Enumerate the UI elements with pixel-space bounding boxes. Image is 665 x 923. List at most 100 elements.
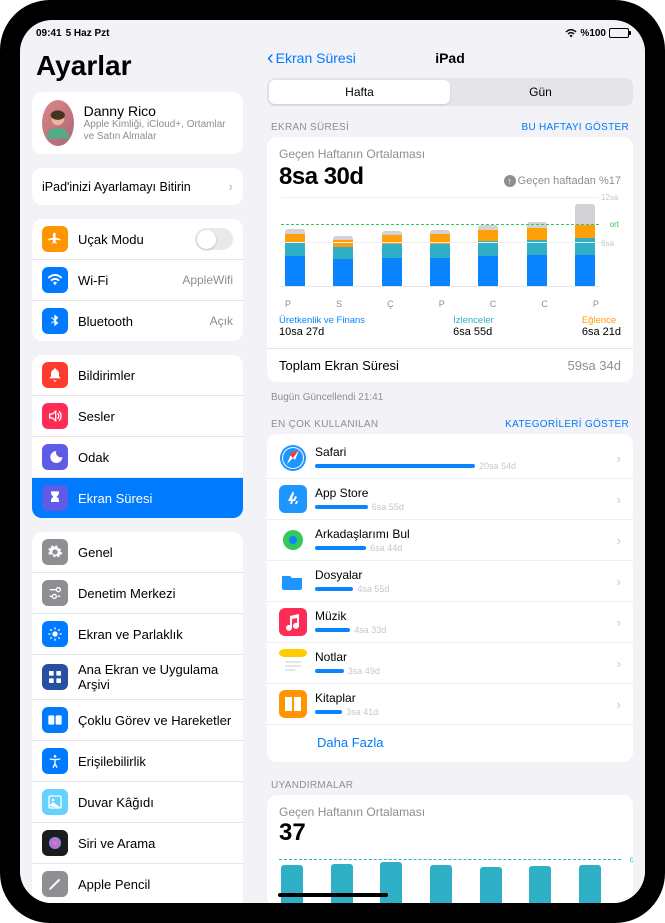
pickup-bar-4[interactable]: [480, 867, 502, 903]
pickups-avg-label: Geçen Haftanın Ortalaması: [279, 805, 621, 819]
chevron-right-icon: ›: [617, 451, 621, 466]
moon-icon: [42, 444, 68, 470]
screentime-panel: Geçen Haftanın Ortalaması 8sa 30d ↑ Geçe…: [267, 137, 633, 382]
cat-creat-value: 6sa 55d: [453, 326, 494, 338]
back-label: Ekran Süresi: [276, 50, 356, 66]
pickup-bar-3[interactable]: [430, 865, 452, 903]
app-time: 4sa 33d: [354, 625, 386, 635]
bar-day-2[interactable]: [382, 231, 402, 286]
speaker-icon: [42, 403, 68, 429]
gear-icon: [42, 539, 68, 565]
sidebar-title: Ayarlar: [32, 42, 243, 92]
segment-week[interactable]: Hafta: [269, 80, 450, 104]
battery-pct: %100: [580, 28, 606, 39]
segment-day[interactable]: Gün: [450, 80, 631, 104]
app-row-notlar[interactable]: Notlar3sa 49d›: [267, 642, 633, 683]
sidebar-item-duvar-k-d-[interactable]: Duvar Kâğıdı: [32, 781, 243, 822]
status-date: 5 Haz Pzt: [66, 28, 110, 39]
cat-prod-value: 10sa 27d: [279, 326, 365, 338]
sidebar-item-genel[interactable]: Genel: [32, 532, 243, 572]
usage-bar: [315, 464, 475, 468]
total-value: 59sa 34d: [568, 358, 622, 373]
bar-day-3[interactable]: [430, 230, 450, 286]
sidebar-item--oklu-g-rev-ve-hareketler[interactable]: Çoklu Görev ve Hareketler: [32, 699, 243, 740]
cat-prod-label: Üretkenlik ve Finans: [279, 315, 365, 326]
sidebar-item-u-ak-modu[interactable]: Uçak Modu: [32, 219, 243, 259]
bar-day-4[interactable]: [478, 225, 498, 287]
accessibility-icon: [42, 748, 68, 774]
cell-label: Odak: [78, 450, 233, 465]
battery-icon: [609, 28, 629, 38]
brightness-icon: [42, 621, 68, 647]
period-segmented[interactable]: Hafta Gün: [267, 78, 633, 106]
bar-day-1[interactable]: [333, 236, 353, 286]
findmy-icon: [279, 526, 307, 554]
sidebar-item-ana-ekran-ve-uygulama-ar-ivi[interactable]: Ana Ekran ve Uygulama Arşivi: [32, 654, 243, 699]
bar-day-0[interactable]: [285, 229, 305, 286]
pickup-bar-1[interactable]: [331, 864, 353, 903]
home-indicator[interactable]: [278, 893, 388, 897]
sidebar-item-bildirimler[interactable]: Bildirimler: [32, 355, 243, 395]
app-row-m-zik[interactable]: Müzik4sa 33d›: [267, 601, 633, 642]
bar-day-5[interactable]: [527, 222, 547, 287]
show-this-week-link[interactable]: BU HAFTAYI GÖSTER: [521, 122, 629, 133]
cell-label: Sesler: [78, 409, 233, 424]
cell-label: Ekran ve Parlaklık: [78, 627, 233, 642]
sidebar-item-eri-ilebilirlik[interactable]: Erişilebilirlik: [32, 740, 243, 781]
app-name: Müzik: [315, 609, 609, 623]
app-row-safari[interactable]: Safari20sa 54d›: [267, 434, 633, 478]
app-row-dosyalar[interactable]: Dosyalar4sa 55d›: [267, 560, 633, 601]
profile-name: Danny Rico: [84, 103, 233, 119]
status-bar: 09:41 5 Haz Pzt %100: [20, 20, 645, 42]
more-link[interactable]: Daha Fazla: [267, 724, 633, 762]
y-mid: 6sa: [599, 239, 621, 248]
cell-label: Denetim Merkezi: [78, 586, 233, 601]
avg-line-label: ort: [610, 220, 619, 229]
pickups-panel: Geçen Haftanın Ortalaması 37 ort: [267, 795, 633, 903]
day-label: Ç: [387, 299, 394, 309]
mostused-panel: Safari20sa 54d›App Store6sa 55d›Arkadaşl…: [267, 434, 633, 762]
average-line: ort: [281, 224, 599, 225]
sidebar-item-wi-fi[interactable]: Wi-FiAppleWifi: [32, 259, 243, 300]
safari-icon: [279, 444, 307, 472]
toggle[interactable]: [195, 228, 233, 250]
sidebar-item-ekran-s-resi[interactable]: Ekran Süresi: [32, 477, 243, 518]
back-button[interactable]: ‹ Ekran Süresi: [267, 50, 356, 66]
cell-label: Siri ve Arama: [78, 836, 233, 851]
chevron-right-icon: ›: [617, 697, 621, 712]
cell-label: Ana Ekran ve Uygulama Arşivi: [78, 662, 233, 692]
sidebar-item-denetim-merkezi[interactable]: Denetim Merkezi: [32, 572, 243, 613]
app-row-arkada-lar-m-bul[interactable]: Arkadaşlarımı Bul6sa 44d›: [267, 519, 633, 560]
pickup-bar-6[interactable]: [579, 865, 601, 903]
usage-bar: [315, 505, 368, 509]
day-label: C: [541, 299, 548, 309]
app-time: 6sa 44d: [370, 543, 402, 553]
sidebar-item-odak[interactable]: Odak: [32, 436, 243, 477]
app-row-kitaplar[interactable]: Kitaplar3sa 41d›: [267, 683, 633, 724]
wifi-icon: [42, 267, 68, 293]
bar-day-6[interactable]: [575, 204, 595, 287]
sidebar-item-sesler[interactable]: Sesler: [32, 395, 243, 436]
pencil-icon: [42, 871, 68, 897]
app-time: 20sa 54d: [479, 461, 516, 471]
sidebar-item-siri-ve-arama[interactable]: Siri ve Arama: [32, 822, 243, 863]
sidebar-item-ekran-ve-parlakl-k[interactable]: Ekran ve Parlaklık: [32, 613, 243, 654]
app-row-app-store[interactable]: App Store6sa 55d›: [267, 478, 633, 519]
hourglass-icon: [42, 485, 68, 511]
settings-sidebar: Ayarlar Danny Rico Apple Kimliği, iCloud…: [20, 42, 255, 903]
screentime-chart[interactable]: 12sa 6sa ort: [279, 197, 621, 297]
sidebar-item-apple-pencil[interactable]: Apple Pencil: [32, 863, 243, 903]
notes-icon: [279, 649, 307, 677]
pickup-bar-5[interactable]: [529, 866, 551, 903]
total-screentime-row[interactable]: Toplam Ekran Süresi 59sa 34d: [267, 348, 633, 382]
show-categories-link[interactable]: KATEGORİLERİ GÖSTER: [505, 419, 629, 430]
cell-label: Genel: [78, 545, 233, 560]
day-label: P: [593, 299, 599, 309]
finish-setup-cell[interactable]: iPad'inizi Ayarlamayı Bitirin ›: [32, 168, 243, 205]
pickup-bar-0[interactable]: [281, 865, 303, 903]
arrow-up-icon: ↑: [504, 175, 516, 187]
finish-setup-label: iPad'inizi Ayarlamayı Bitirin: [42, 180, 191, 194]
sidebar-item-bluetooth[interactable]: BluetoothAçık: [32, 300, 243, 341]
profile-card[interactable]: Danny Rico Apple Kimliği, iCloud+, Ortam…: [32, 92, 243, 154]
screentime-header: EKRAN SÜRESİ: [271, 122, 349, 133]
